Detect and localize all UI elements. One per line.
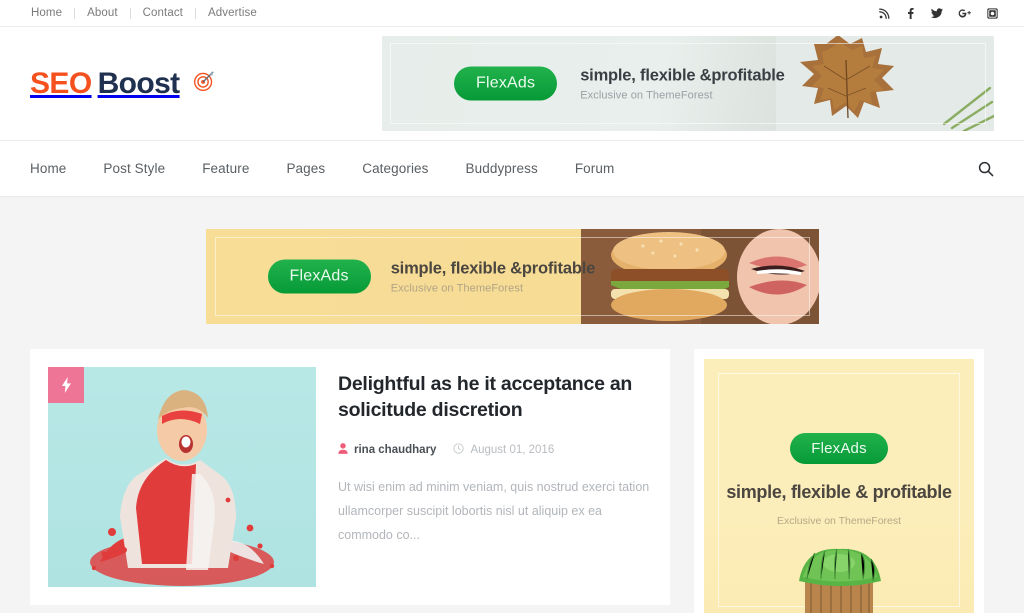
wide-ad-text: simple, flexible &profitable Exclusive o… — [390, 259, 596, 294]
flexads-badge: FlexAds — [454, 66, 558, 101]
grass-brush-photo — [799, 548, 881, 613]
sidebar-ad-subline: Exclusive on ThemeForest — [776, 515, 902, 528]
top-navigation: Home About Contact Advertise — [30, 7, 258, 19]
instagram-icon[interactable] — [987, 7, 998, 19]
separator — [74, 7, 76, 19]
nav-item-categories[interactable]: Categories — [362, 161, 428, 176]
separator — [129, 7, 131, 19]
post-excerpt: Ut wisi enim ad minim veniam, quis nostr… — [338, 479, 650, 543]
nav-item-post-style[interactable]: Post Style — [103, 161, 165, 176]
rss-icon[interactable] — [879, 8, 890, 19]
post-title[interactable]: Delightful as he it acceptance an solici… — [338, 371, 652, 424]
twitter-icon[interactable] — [931, 7, 943, 19]
top-bar: Home About Contact Advertise — [0, 0, 1024, 27]
user-icon — [338, 441, 348, 459]
sidebar-ad-widget: FlexAds simple, flexible & profitable Ex… — [694, 349, 984, 613]
target-icon — [193, 70, 215, 97]
page-content: FlexAds simple, flexible &profitable Exc… — [0, 197, 1024, 613]
google-plus-icon[interactable] — [958, 8, 972, 19]
topbar-link-advertise[interactable]: Advertise — [207, 7, 258, 19]
wide-banner-ad[interactable]: FlexAds simple, flexible &profitable Exc… — [205, 229, 819, 324]
main-column: Delightful as he it acceptance an solici… — [30, 349, 670, 613]
wide-ad-content: FlexAds simple, flexible &profitable Exc… — [238, 259, 626, 294]
photo-figure — [90, 390, 275, 586]
nav-item-home[interactable]: Home — [30, 161, 66, 176]
topbar-link-contact[interactable]: Contact — [142, 7, 184, 19]
main-navigation: Home Post Style Feature Pages Categories… — [0, 141, 1024, 197]
post-date-text: August 01, 2016 — [470, 443, 555, 456]
flexads-badge: FlexAds — [267, 259, 371, 294]
wide-ad-headline: simple, flexible &profitable — [390, 259, 596, 277]
content-row: Delightful as he it acceptance an solici… — [30, 324, 994, 613]
post-card[interactable]: Delightful as he it acceptance an solici… — [30, 349, 670, 605]
post-meta: rina chaudhary August 01, 2016 — [338, 441, 652, 459]
clock-icon — [453, 441, 465, 459]
header-banner-ad[interactable]: FlexAds simple, flexible &profitable Exc… — [382, 36, 994, 131]
nav-item-pages[interactable]: Pages — [286, 161, 325, 176]
header-ad-content: FlexAds simple, flexible &profitable Exc… — [424, 66, 815, 101]
flexads-badge: FlexAds — [790, 433, 888, 464]
post-author-name: rina chaudhary — [354, 443, 437, 456]
woman-paint-splash-photo[interactable] — [48, 367, 316, 587]
nav-item-forum[interactable]: Forum — [575, 161, 615, 176]
wide-ad-subline: Exclusive on ThemeForest — [390, 282, 524, 294]
site-logo[interactable]: SEO Boost — [30, 67, 215, 101]
sidebar: FlexAds simple, flexible & profitable Ex… — [694, 349, 984, 613]
header-ad-text: simple, flexible &profitable Exclusive o… — [580, 66, 785, 101]
post-body: Delightful as he it acceptance an solici… — [338, 367, 652, 587]
post-author[interactable]: rina chaudhary — [338, 441, 436, 459]
logo-text-primary: SEO — [30, 66, 92, 100]
header-ad-headline: simple, flexible &profitable — [580, 66, 785, 84]
logo-text-secondary: Boost — [97, 66, 181, 100]
wide-ad-wrapper: FlexAds simple, flexible &profitable Exc… — [30, 197, 994, 324]
social-links — [879, 7, 998, 19]
site-header: SEO Boost FlexAds simple, flexible &prof… — [0, 27, 1024, 141]
facebook-icon[interactable] — [905, 7, 916, 19]
topbar-link-home[interactable]: Home — [30, 7, 63, 19]
sidebar-banner-ad[interactable]: FlexAds simple, flexible & profitable Ex… — [704, 359, 974, 613]
nav-item-feature[interactable]: Feature — [202, 161, 249, 176]
flash-icon — [48, 367, 84, 403]
post-date: August 01, 2016 — [453, 441, 554, 459]
nav-item-buddypress[interactable]: Buddypress — [466, 161, 538, 176]
search-icon[interactable] — [978, 161, 994, 177]
topbar-link-about[interactable]: About — [86, 7, 119, 19]
separator — [194, 7, 196, 19]
header-ad-subline: Exclusive on ThemeForest — [580, 89, 713, 101]
sidebar-ad-headline: simple, flexible & profitable — [726, 482, 952, 502]
